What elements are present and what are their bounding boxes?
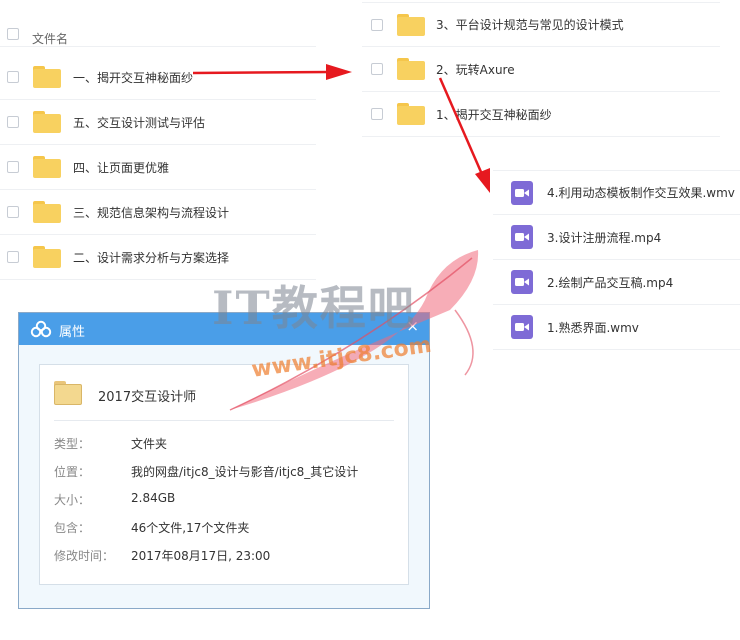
property-label: 修改时间：: [54, 549, 115, 563]
right-video-list: 4.利用动态模板制作交互效果.wmv 3.设计注册流程.mp4 2.绘制产品交互…: [493, 170, 740, 350]
row-checkbox[interactable]: [7, 161, 19, 173]
list-item[interactable]: 4.利用动态模板制作交互效果.wmv: [493, 170, 740, 215]
file-name: 3.设计注册流程.mp4: [547, 230, 662, 245]
list-item[interactable]: 1、揭开交互神秘面纱: [362, 92, 720, 137]
list-item[interactable]: 二、设计需求分析与方案选择: [0, 235, 316, 280]
property-label: 大小：: [54, 493, 91, 507]
list-item[interactable]: 2、玩转Axure: [362, 47, 720, 92]
folder-name: 二、设计需求分析与方案选择: [73, 250, 230, 265]
row-checkbox[interactable]: [7, 251, 19, 263]
folder-icon: [33, 66, 61, 88]
dialog-title-bar[interactable]: 属性 ×: [19, 313, 429, 345]
folder-name: 四、让页面更优雅: [73, 160, 170, 175]
property-label: 类型：: [54, 437, 91, 451]
divider: [54, 420, 394, 421]
folder-icon: [397, 103, 425, 125]
dialog-title: 属性: [59, 325, 86, 340]
folder-icon: [33, 201, 61, 223]
property-value: 文件夹: [131, 437, 168, 451]
property-label: 位置：: [54, 465, 91, 479]
folder-icon: [33, 111, 61, 133]
left-file-list: 文件名 一、揭开交互神秘面纱 五、交互设计测试与评估 四、让页面更优雅 三、规范…: [0, 0, 316, 280]
folder-icon: [397, 58, 425, 80]
right-folder-list: 3、平台设计规范与常见的设计模式 2、玩转Axure 1、揭开交互神秘面纱: [362, 0, 720, 137]
folder-icon: [397, 13, 425, 36]
file-name: 4.利用动态模板制作交互效果.wmv: [547, 186, 735, 200]
list-item[interactable]: 一、揭开交互神秘面纱: [0, 55, 316, 100]
close-icon[interactable]: ×: [406, 317, 419, 335]
list-item[interactable]: 2.绘制产品交互稿.mp4: [493, 260, 740, 305]
property-value[interactable]: 我的网盘/itjc8_设计与影音/itjc8_其它设计: [131, 463, 358, 480]
video-file-icon: [511, 225, 533, 249]
folder-name: 3、平台设计规范与常见的设计模式: [436, 18, 624, 32]
list-item[interactable]: 1.熟悉界面.wmv: [493, 305, 740, 350]
header-checkbox[interactable]: [7, 28, 19, 40]
list-item[interactable]: 四、让页面更优雅: [0, 145, 316, 190]
property-value: 46个文件,17个文件夹: [131, 521, 250, 535]
property-label: 包含：: [54, 521, 91, 535]
folder-name: 五、交互设计测试与评估: [73, 115, 206, 130]
column-header-filename: 文件名: [32, 32, 69, 46]
row-checkbox[interactable]: [7, 71, 19, 83]
folder-icon: [33, 156, 61, 178]
partial-header-row: 文件名: [0, 26, 316, 47]
folder-name: 1、揭开交互神秘面纱: [436, 107, 552, 122]
video-file-icon: [511, 180, 533, 205]
list-item[interactable]: 三、规范信息架构与流程设计: [0, 190, 316, 235]
properties-dialog: 属性 × 2017交互设计师 类型： 文件夹 位置： 我的网盘/itjc8_设计…: [18, 312, 430, 609]
folder-name: 2、玩转Axure: [436, 62, 515, 77]
folder-name: 三、规范信息架构与流程设计: [73, 205, 230, 220]
video-file-icon: [511, 315, 533, 339]
row-checkbox[interactable]: [371, 108, 383, 120]
properties-panel: 2017交互设计师 类型： 文件夹 位置： 我的网盘/itjc8_设计与影音/i…: [39, 364, 409, 585]
file-name: 2.绘制产品交互稿.mp4: [547, 275, 674, 290]
property-value: 2017年08月17日, 23:00: [131, 549, 271, 563]
folder-icon: [54, 381, 82, 405]
folder-name: 一、揭开交互神秘面纱: [73, 70, 194, 85]
list-item[interactable]: 3、平台设计规范与常见的设计模式: [362, 2, 720, 47]
list-item[interactable]: 3.设计注册流程.mp4: [493, 215, 740, 260]
row-checkbox[interactable]: [7, 206, 19, 218]
row-checkbox[interactable]: [7, 116, 19, 128]
list-item[interactable]: 五、交互设计测试与评估: [0, 100, 316, 145]
file-name: 1.熟悉界面.wmv: [547, 320, 639, 335]
video-file-icon: [511, 270, 533, 294]
cloud-logo-icon: [30, 320, 52, 342]
property-value: 2.84GB: [131, 491, 176, 505]
row-checkbox[interactable]: [371, 18, 383, 31]
folder-name: 2017交互设计师: [98, 390, 197, 405]
folder-icon: [33, 246, 61, 268]
row-checkbox[interactable]: [371, 63, 383, 75]
